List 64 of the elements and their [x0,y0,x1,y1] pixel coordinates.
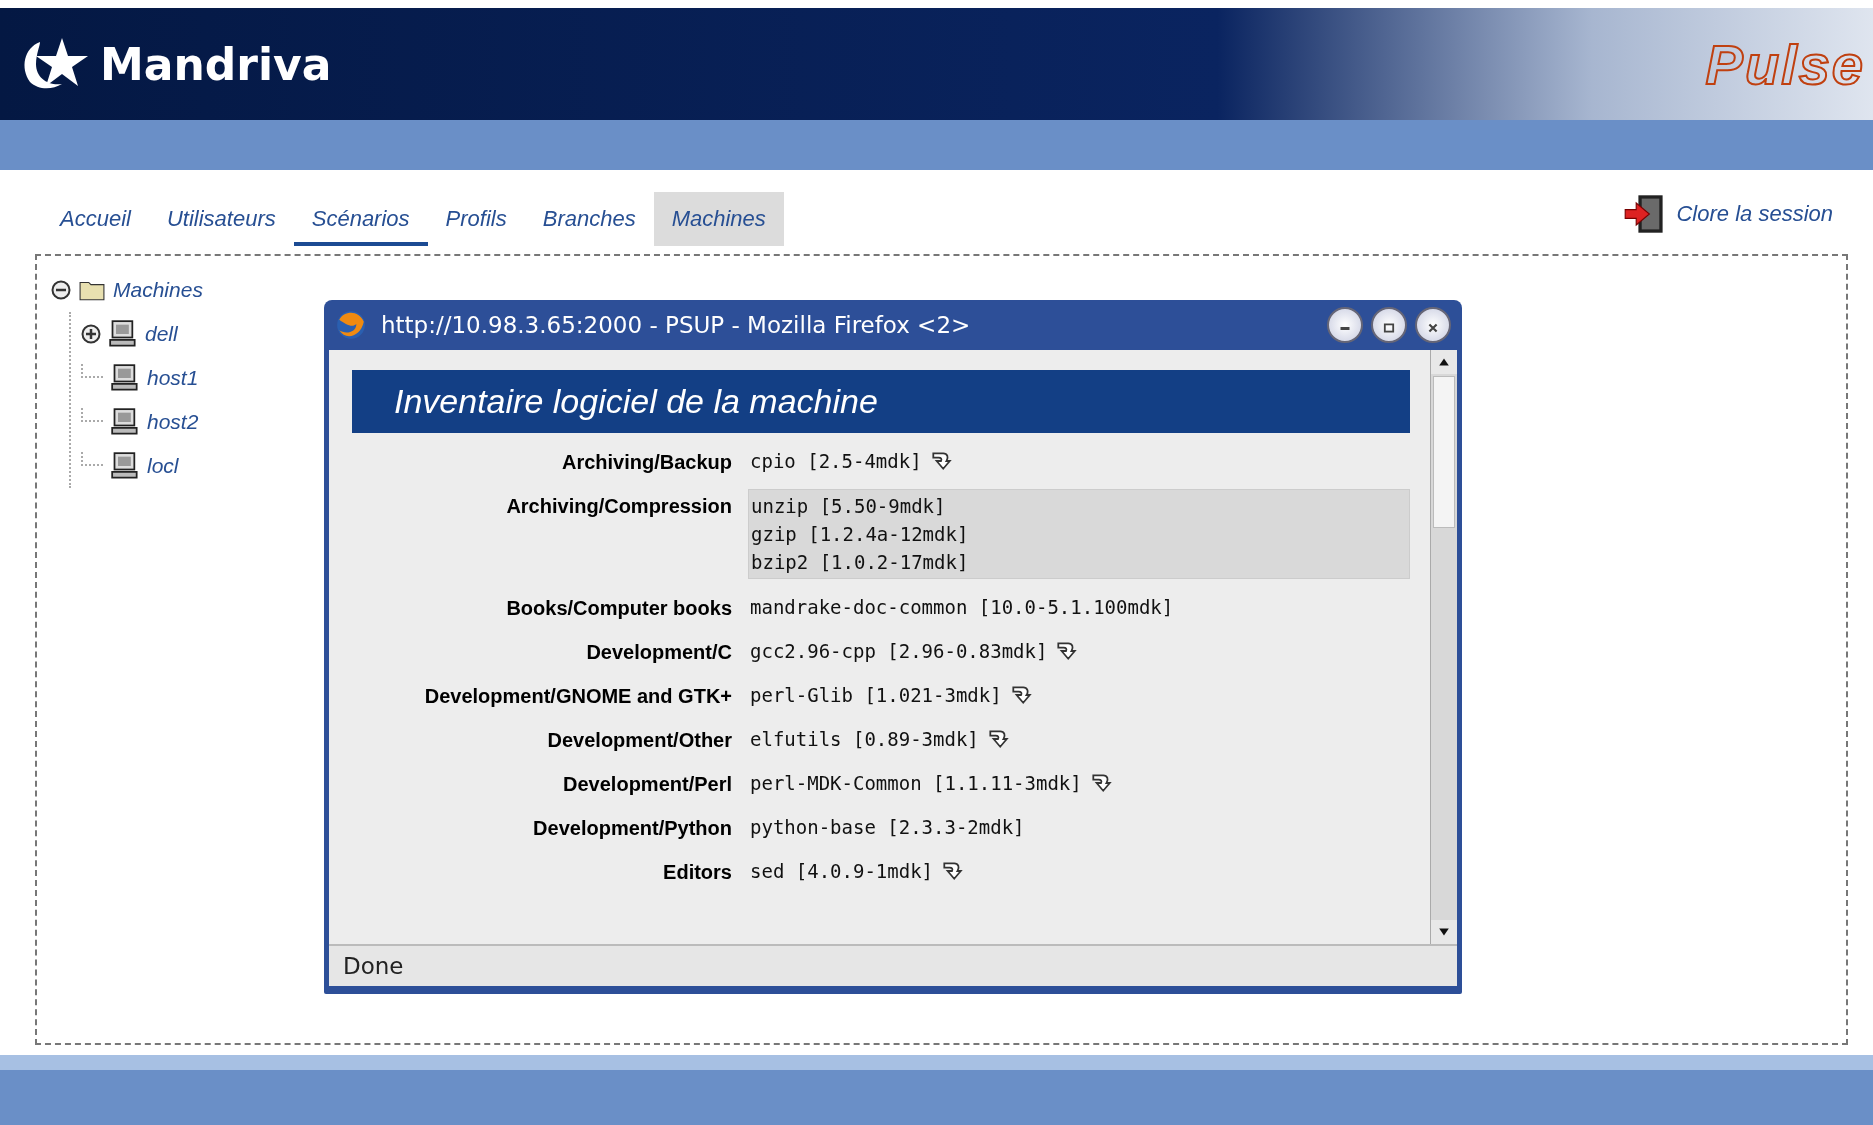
tree-branch-line [81,452,103,466]
category-label: Development/Other [546,728,732,752]
logout-link[interactable]: Clore la session [1676,201,1833,227]
tree-item[interactable]: host2 [147,410,199,434]
package-name: python-base [2.3.3-2mdk] [750,816,1025,838]
tree-item[interactable]: host1 [147,366,199,390]
nav-tab[interactable]: Machines [653,192,784,246]
nav-tab[interactable]: Utilisateurs [148,192,294,246]
update-arrow-icon[interactable] [986,728,1009,750]
expand-toggle-icon[interactable] [81,324,101,344]
nav-tab[interactable]: Accueil [42,192,149,246]
package-name: elfutils [0.89-3mdk] [750,728,979,750]
maximize-button[interactable] [1371,307,1407,343]
computer-icon [109,320,137,348]
update-arrow-icon[interactable] [941,860,964,882]
minimize-button[interactable] [1327,307,1363,343]
minimize-icon [1340,326,1350,330]
computer-icon [111,408,139,436]
category-label: Development/Python [532,816,732,840]
category-label: Development/C [585,640,732,664]
update-arrow-icon[interactable] [1089,772,1112,794]
tree-item[interactable]: Machines [113,278,203,302]
package-name: gcc2.96-cpp [2.96-0.83mdk] [750,640,1048,662]
scroll-down-icon[interactable] [1438,926,1450,938]
computer-icon [111,452,139,480]
status-text: Done [343,953,404,979]
product-logo: Pulse [1705,31,1865,97]
package-name: perl-Glib [1.021-3mdk] [750,684,1002,706]
update-arrow-icon[interactable] [929,450,952,472]
tree-item[interactable]: locl [147,454,179,478]
vertical-scrollbar[interactable] [1430,350,1457,944]
category-label: Archiving/Compression [505,494,732,518]
window-title: http://10.98.3.65:2000 - PSUP - Mozilla Firefox <2> [381,312,972,338]
category-label: Development/GNOME and GTK+ [423,684,732,708]
package-name: gzip [1.2.4a-12mdk] [751,523,969,545]
scrollbar-thumb[interactable] [1433,376,1455,528]
package-name: cpio [2.5-4mdk] [750,450,922,472]
nav-tab[interactable]: Branches [524,192,654,246]
tree-branch-line [81,364,103,378]
close-button[interactable] [1415,307,1451,343]
brand-name: Mandriva [100,38,332,90]
update-arrow-icon[interactable] [1055,640,1078,662]
package-name: bzip2 [1.0.2-17mdk] [751,551,969,573]
maximize-icon [1383,322,1395,334]
tree-branch-line [81,408,103,422]
package-name: sed [4.0.9-1mdk] [750,860,934,882]
computer-icon [111,364,139,392]
firefox-globe-icon [335,309,367,341]
page-heading: Inventaire logiciel de la machine [352,370,1410,433]
scroll-up-icon[interactable] [1438,356,1450,368]
package-name: mandrake-doc-common [10.0-5.1.100mdk] [750,596,1174,618]
package-name: perl-MDK-Common [1.1.11-3mdk] [750,772,1082,794]
nav-tab[interactable]: Scénarios [293,192,428,246]
package-name: unzip [5.50-9mdk] [751,495,946,517]
folder-icon [79,279,105,301]
nav-tab[interactable]: Profils [427,192,525,246]
collapse-toggle-icon[interactable] [51,280,71,300]
tree-item[interactable]: dell [145,322,178,346]
category-label: Editors [662,860,732,884]
category-label: Archiving/Backup [560,450,732,474]
close-icon [1427,322,1439,334]
update-arrow-icon[interactable] [1009,684,1032,706]
category-label: Books/Computer books [505,596,732,620]
category-label: Development/Perl [562,772,732,796]
